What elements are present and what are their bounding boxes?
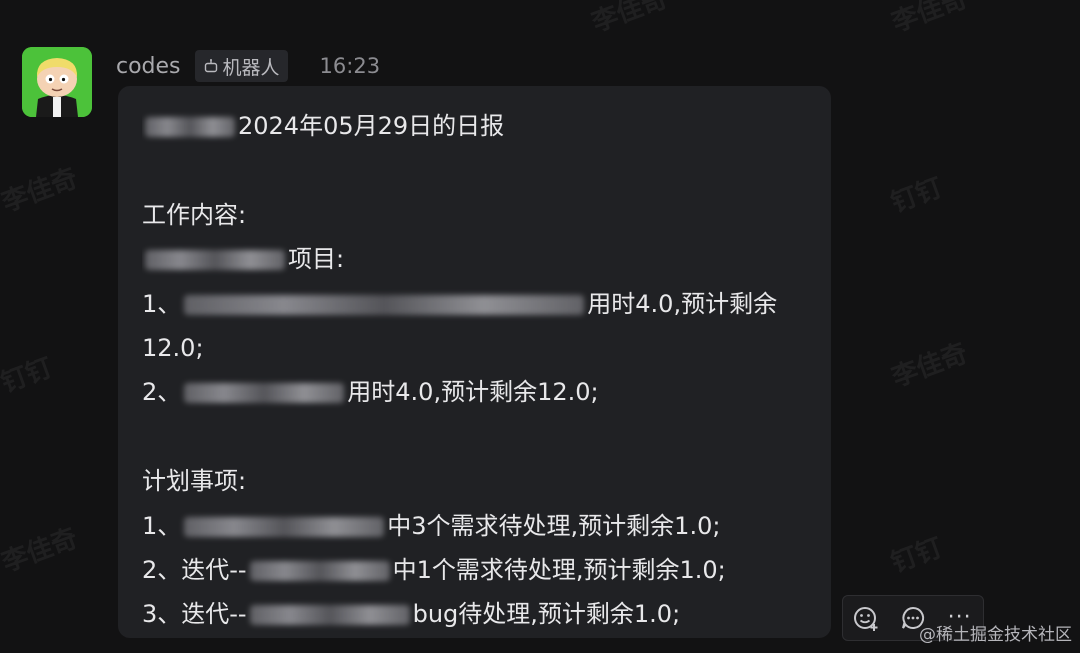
- watermark: 李佳奇: [0, 163, 82, 219]
- redacted-text: [184, 383, 345, 404]
- message-header: codes 机器人 16:23: [116, 50, 380, 82]
- redacted-text: [249, 560, 390, 581]
- message-line-text: 用时4.0,预计剩余12.0;: [347, 378, 599, 407]
- message-line-prefix: 2、迭代--: [142, 555, 247, 584]
- bot-badge: 机器人: [194, 50, 288, 82]
- message-line-prefix: 12.0;: [142, 333, 204, 362]
- message-line-prefix: 1、: [142, 511, 182, 540]
- message-line-prefix: 工作内容:: [142, 200, 247, 229]
- message-line-prefix: 计划事项:: [142, 467, 247, 496]
- message-line: 1、 中3个需求待处理,预计剩余1.0;: [142, 504, 807, 548]
- message-line-text: 中3个需求待处理,预计剩余1.0;: [387, 511, 721, 540]
- watermark: 李佳奇: [0, 523, 82, 579]
- bot-badge-label: 机器人: [222, 56, 280, 79]
- message-line: 2、 用时4.0,预计剩余12.0;: [142, 370, 807, 414]
- message-line: 计划事项:: [142, 459, 807, 503]
- sender-name[interactable]: codes: [116, 54, 181, 79]
- redacted-text: [145, 117, 235, 137]
- message-line: 项目:: [142, 237, 807, 281]
- watermark: 李佳奇: [888, 338, 972, 394]
- message-line: [142, 415, 807, 459]
- avatar[interactable]: [22, 47, 92, 117]
- watermark-alt: 钉钉: [887, 532, 947, 579]
- message-line-text: 2024年05月29日的日报: [238, 112, 505, 140]
- redacted-text: [249, 605, 410, 626]
- watermark-alt: 钉钉: [887, 172, 947, 219]
- message-line-text: 中1个需求待处理,预计剩余1.0;: [392, 555, 726, 584]
- message-line: 2024年05月29日的日报: [142, 104, 807, 148]
- message-line-prefix: 2、: [142, 378, 182, 407]
- message-line-text: bug待处理,预计剩余1.0;: [412, 600, 681, 629]
- robot-icon: [204, 59, 217, 73]
- redacted-text: [184, 516, 385, 537]
- message-line: 1、 用时4.0,预计剩余: [142, 282, 807, 326]
- message-line-prefix: 1、: [142, 289, 182, 318]
- watermark-alt: 钉钉: [0, 352, 57, 399]
- source-credit: @稀土掘金技术社区: [919, 625, 1072, 645]
- message-line: 工作内容:: [142, 193, 807, 237]
- message-line-text: 项目:: [288, 245, 345, 274]
- redacted-text: [184, 294, 585, 315]
- message-line: 12.0;: [142, 326, 807, 370]
- message-bubble[interactable]: 2024年05月29日的日报 工作内容: 项目: 1、 用时4.0,预计剩余 12.0;…: [118, 86, 831, 638]
- watermark: 李佳奇: [588, 0, 672, 39]
- redacted-text: [145, 250, 285, 271]
- message-line: 2、迭代-- 中1个需求待处理,预计剩余1.0;: [142, 548, 807, 592]
- cartoon-avatar-icon: [22, 47, 92, 117]
- message-timestamp: 16:23: [319, 54, 381, 78]
- emoji-reaction-button[interactable]: [848, 600, 884, 636]
- chat-window: 李佳奇 李佳奇 李佳奇 李佳奇 李佳奇 钉钉 钉钉 钉钉 codes 机器人 1…: [0, 0, 1080, 653]
- message-line-prefix: 3、迭代--: [142, 600, 247, 629]
- message-line: [142, 148, 807, 192]
- watermark: 李佳奇: [888, 0, 972, 39]
- emoji-add-icon: [854, 607, 878, 631]
- message-line-text: 用时4.0,预计剩余: [587, 289, 778, 318]
- message-line: 3、迭代-- bug待处理,预计剩余1.0;: [142, 592, 807, 636]
